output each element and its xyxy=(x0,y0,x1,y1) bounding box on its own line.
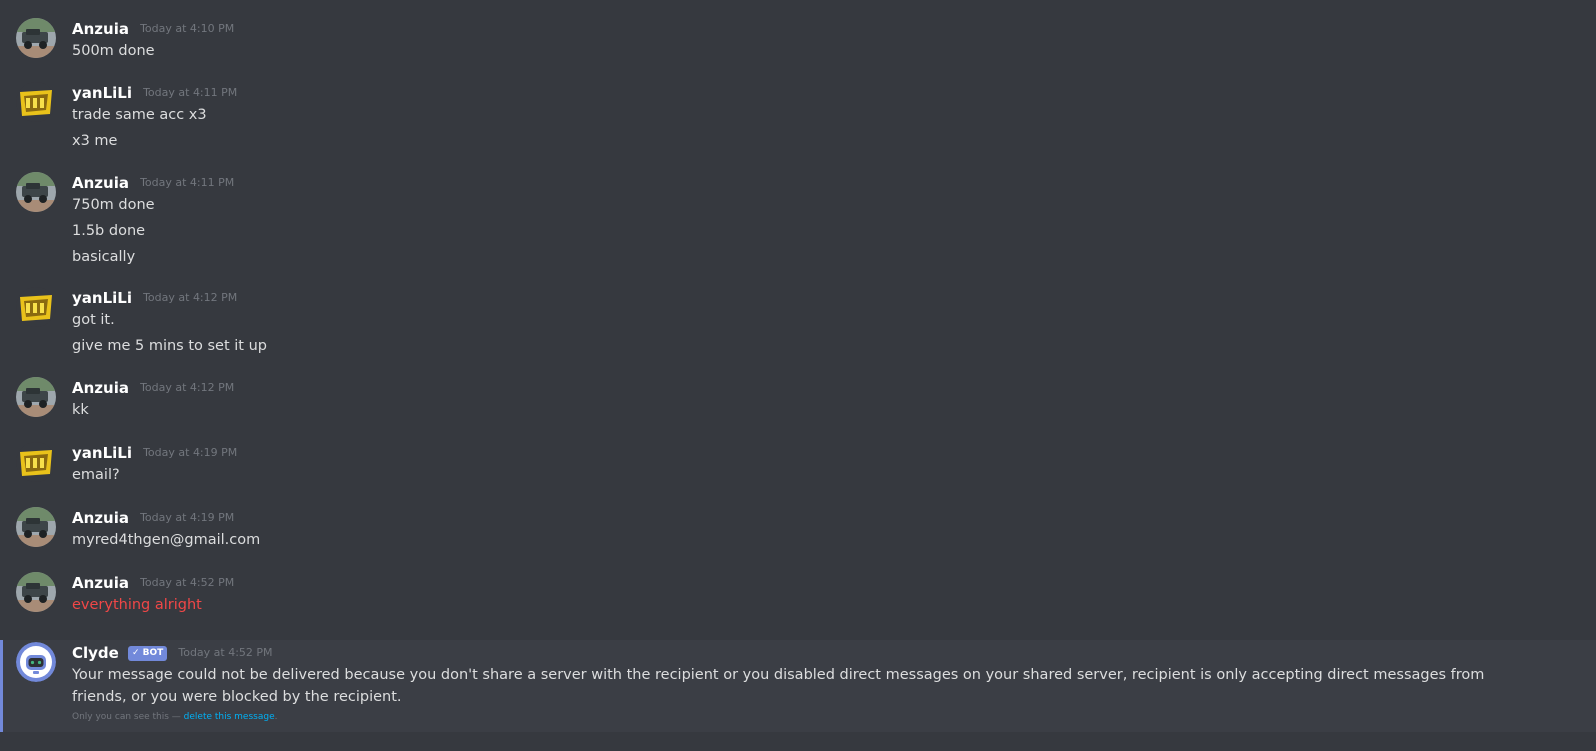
message-header: Anzuia Today at 4:19 PM xyxy=(72,507,234,529)
username[interactable]: yanLiLi xyxy=(72,444,132,462)
truck-avatar[interactable] xyxy=(16,572,56,612)
username[interactable]: yanLiLi xyxy=(72,84,132,102)
message-text: 500m done xyxy=(72,43,155,59)
ephemeral-notice: Only you can see this — delete this mess… xyxy=(72,712,278,722)
clyde-message-text: Your message could not be delivered beca… xyxy=(72,667,1485,705)
message-header: yanLiLi Today at 4:11 PM xyxy=(72,82,237,104)
timestamp: Today at 4:10 PM xyxy=(140,22,235,35)
ephemeral-prefix: Only you can see this — xyxy=(72,712,184,722)
username[interactable]: Clyde xyxy=(72,644,119,662)
message-text: email? xyxy=(72,467,120,483)
yanlili-logo-avatar[interactable] xyxy=(16,287,56,327)
truck-avatar[interactable] xyxy=(16,507,56,547)
dm-chat-log: Anzuia Today at 4:10 PM 500m done yanLiL… xyxy=(0,0,1596,751)
yanlili-logo-avatar[interactable] xyxy=(16,82,56,122)
message-text: myred4thgen@gmail.com xyxy=(72,532,261,548)
message-header: yanLiLi Today at 4:19 PM xyxy=(72,442,237,464)
delete-message-link[interactable]: delete this message xyxy=(184,712,275,722)
message-text: give me 5 mins to set it up xyxy=(72,338,267,354)
message-header: Anzuia Today at 4:10 PM xyxy=(72,18,234,40)
username[interactable]: Anzuia xyxy=(72,20,129,38)
timestamp: Today at 4:12 PM xyxy=(143,291,238,304)
failed-message-text: everything alright xyxy=(72,597,202,613)
message-header: yanLiLi Today at 4:12 PM xyxy=(72,287,237,309)
username[interactable]: yanLiLi xyxy=(72,289,132,307)
message-text: got it. xyxy=(72,312,115,328)
timestamp: Today at 4:11 PM xyxy=(140,176,235,189)
timestamp: Today at 4:19 PM xyxy=(140,511,235,524)
timestamp: Today at 4:52 PM xyxy=(178,646,273,659)
username[interactable]: Anzuia xyxy=(72,574,129,592)
timestamp: Today at 4:12 PM xyxy=(140,381,235,394)
timestamp: Today at 4:11 PM xyxy=(143,86,238,99)
timestamp: Today at 4:52 PM xyxy=(140,576,235,589)
message-header: Anzuia Today at 4:11 PM xyxy=(72,172,234,194)
clyde-robot-avatar[interactable] xyxy=(16,642,56,682)
ephemeral-suffix: . xyxy=(274,712,278,722)
message-header: Anzuia Today at 4:12 PM xyxy=(72,377,234,399)
username[interactable]: Anzuia xyxy=(72,509,129,527)
timestamp: Today at 4:19 PM xyxy=(143,446,238,459)
truck-avatar[interactable] xyxy=(16,377,56,417)
truck-avatar[interactable] xyxy=(16,18,56,58)
yanlili-logo-avatar[interactable] xyxy=(16,442,56,482)
message-text: kk xyxy=(72,402,89,418)
message-header: Anzuia Today at 4:52 PM xyxy=(72,572,234,594)
message-text: basically xyxy=(72,249,136,265)
message-text: 1.5b done xyxy=(72,223,146,239)
message-text: trade same acc x3 xyxy=(72,107,207,123)
message-header: Clyde ✓ BOT Today at 4:52 PM xyxy=(72,642,273,664)
bot-badge: ✓ BOT xyxy=(127,645,168,661)
message-text: 750m done xyxy=(72,197,155,213)
message-text: x3 me xyxy=(72,133,118,149)
username[interactable]: Anzuia xyxy=(72,174,129,192)
username[interactable]: Anzuia xyxy=(72,379,129,397)
truck-avatar[interactable] xyxy=(16,172,56,212)
